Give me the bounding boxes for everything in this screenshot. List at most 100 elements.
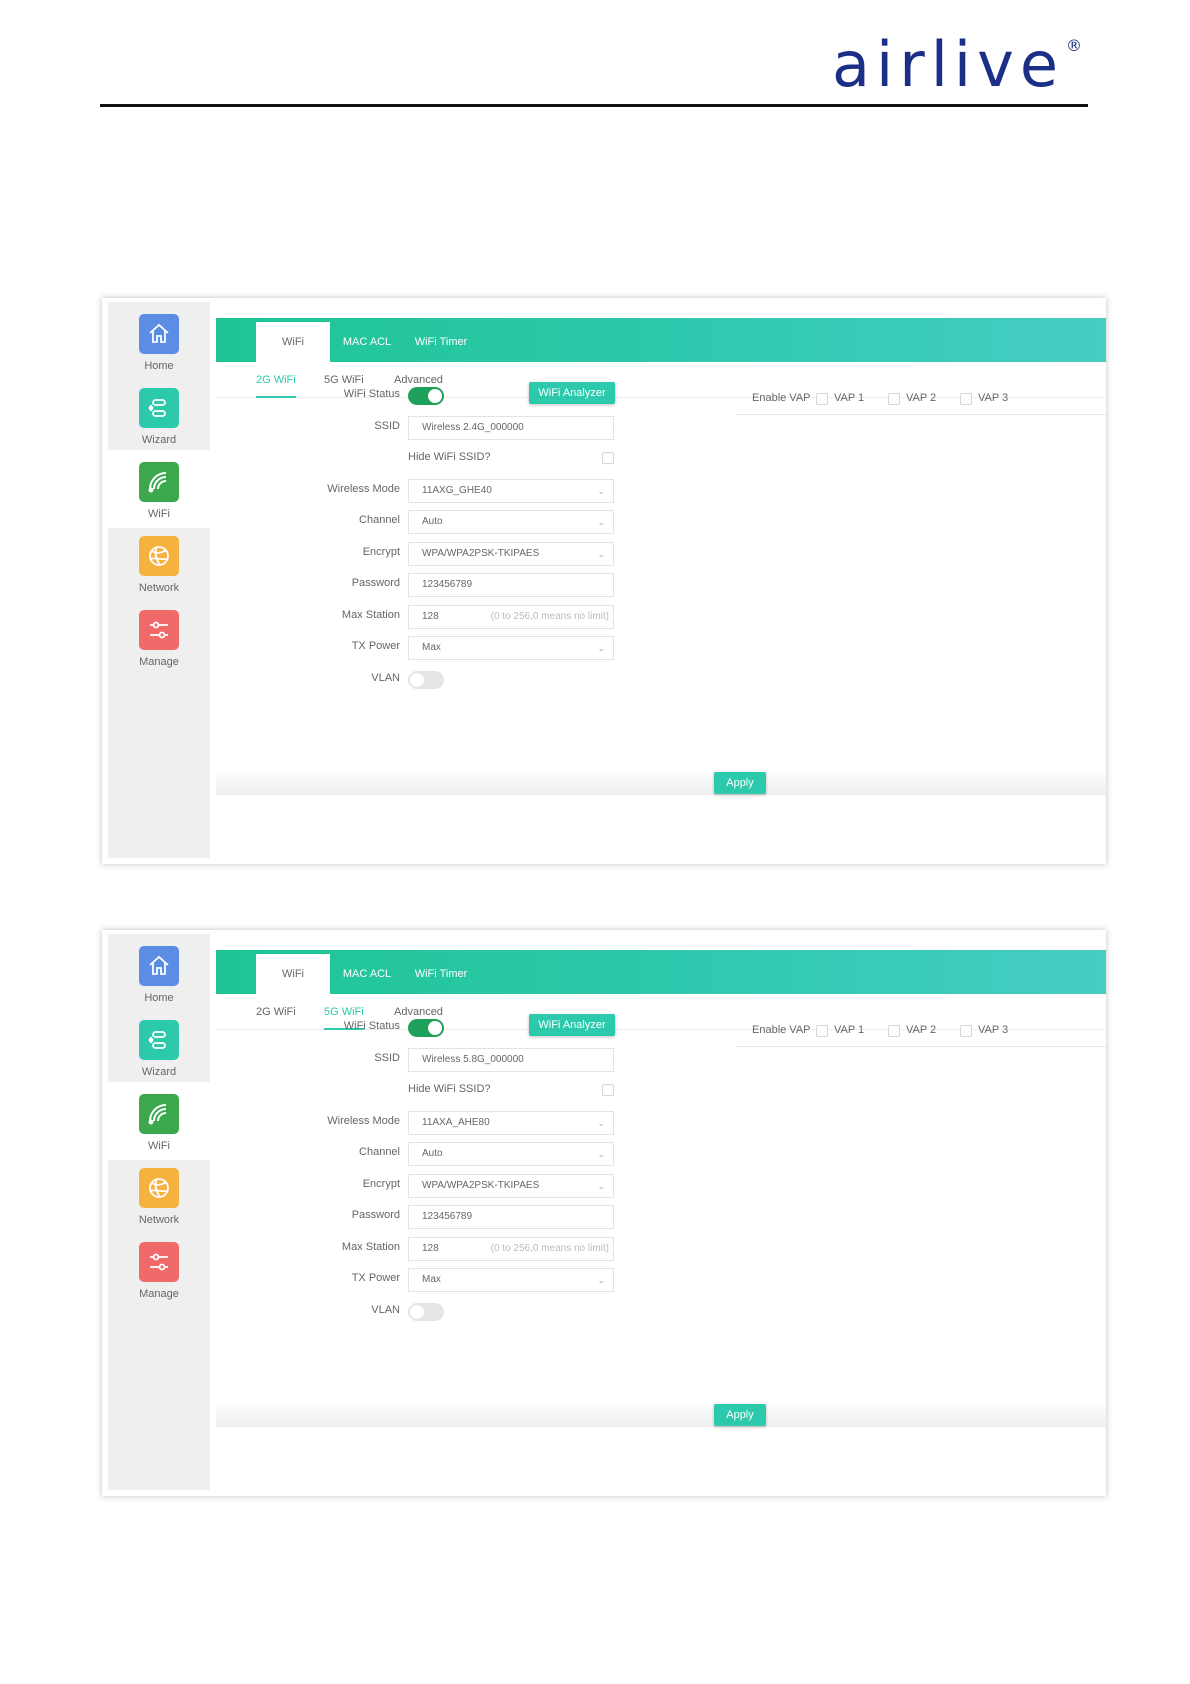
sidebar: Home Wizard WiFi Network Manage	[108, 934, 210, 1490]
sidebar-item-manage[interactable]: Manage	[108, 598, 210, 676]
channel-select[interactable]: Auto ⌄	[408, 1142, 614, 1166]
hide-ssid-label: Hide WiFi SSID?	[408, 1083, 491, 1095]
enable-vap-label: Enable VAP	[752, 1024, 811, 1036]
chevron-down-icon: ⌄	[597, 517, 605, 527]
wireless-mode-select-value: 11AXA_AHE80	[422, 1116, 490, 1128]
tx-power-select-value: Max	[422, 642, 441, 653]
sidebar-item-wifi[interactable]: WiFi	[108, 450, 210, 528]
password-input[interactable]: 123456789	[408, 1205, 614, 1229]
vap-2-checkbox[interactable]	[888, 393, 900, 405]
tx-power-select-value: Max	[422, 1274, 441, 1285]
tx-power-select[interactable]: Max ⌄	[408, 1268, 614, 1292]
wifi-status-toggle[interactable]	[408, 387, 444, 405]
tab-wifi[interactable]: WiFi	[256, 954, 330, 994]
globe-icon	[139, 1168, 179, 1208]
sidebar-item-wizard[interactable]: Wizard	[108, 1008, 210, 1086]
wifi-analyzer-button[interactable]: WiFi Analyzer	[529, 1014, 615, 1036]
vap-3-checkbox[interactable]	[960, 1025, 972, 1037]
ssid-input[interactable]: Wireless 2.4G_000000	[408, 415, 614, 440]
channel-label: Channel	[359, 1146, 400, 1158]
vap-3-label: VAP 3	[978, 392, 1009, 404]
apply-button[interactable]: Apply	[714, 772, 766, 794]
chevron-down-icon: ⌄	[597, 548, 605, 559]
vap-1-checkbox[interactable]	[816, 1025, 828, 1037]
sidebar-item-wizard[interactable]: Wizard	[108, 376, 210, 454]
page-header: airlive ®	[0, 0, 1190, 110]
wireless-mode-label: Wireless Mode	[327, 482, 400, 495]
wifi-analyzer-button[interactable]: WiFi Analyzer	[529, 382, 615, 404]
vap-3-checkbox[interactable]	[960, 393, 972, 405]
vap-3-label: VAP 3	[978, 1024, 1009, 1036]
ssid-input-value: Wireless 5.8G_000000	[422, 1053, 524, 1065]
hide-ssid-checkbox[interactable]	[602, 452, 614, 464]
chevron-down-icon: ⌄	[597, 1149, 605, 1159]
password-input[interactable]: 123456789	[408, 573, 614, 597]
sidebar-item-manage[interactable]: Manage	[108, 1230, 210, 1308]
vap-2-label: VAP 2	[906, 1024, 937, 1036]
sidebar-item-network[interactable]: Network	[108, 1156, 210, 1234]
tx-power-select[interactable]: Max ⌄	[408, 636, 614, 660]
toggle-knob	[410, 672, 424, 687]
tab-mac-acl[interactable]: MAC ACL	[338, 954, 396, 994]
tab-wifi-timer[interactable]: WiFi Timer	[410, 322, 472, 362]
vap-1-checkbox[interactable]	[816, 393, 828, 405]
vlan-toggle[interactable]	[408, 670, 444, 689]
vap-divider	[736, 414, 1106, 415]
wireless-mode-select[interactable]: 11AXA_AHE80 ⌄	[408, 1110, 614, 1135]
wireless-mode-select-value: 11AXG_GHE40	[422, 484, 492, 496]
password-input-value: 123456789	[422, 579, 473, 590]
sidebar-item-label: WiFi	[148, 1140, 170, 1152]
sidebar-item-label: Home	[144, 360, 174, 372]
enable-vap-label: Enable VAP	[752, 392, 811, 404]
sidebar-item-home[interactable]: Home	[108, 934, 210, 1012]
ssid-input[interactable]: Wireless 5.8G_000000	[408, 1047, 614, 1072]
logo-text: airlive	[832, 28, 1064, 101]
hide-ssid-checkbox[interactable]	[602, 1084, 614, 1096]
max-station-input-value: 128	[422, 1242, 439, 1254]
channel-select-value: Auto	[422, 1148, 443, 1159]
wireless-mode-select[interactable]: 11AXG_GHE40 ⌄	[408, 478, 614, 503]
vlan-toggle[interactable]	[408, 1302, 444, 1321]
toggle-knob	[428, 389, 442, 403]
channel-select-value: Auto	[422, 516, 443, 527]
max-station-input[interactable]: 128 (0 to 256,0 means no limit)	[408, 1236, 614, 1261]
wifi-icon	[139, 462, 179, 502]
toggle-knob	[410, 1304, 424, 1319]
max-station-input[interactable]: 128 (0 to 256,0 means no limit)	[408, 604, 614, 629]
encrypt-select[interactable]: WPA/WPA2PSK-TKIPAES ⌄	[408, 1173, 614, 1198]
encrypt-select[interactable]: WPA/WPA2PSK-TKIPAES ⌄	[408, 541, 614, 566]
wifi-status-label: WiFi Status	[343, 388, 400, 400]
sidebar-item-label: WiFi	[148, 508, 170, 520]
tab-wifi-timer[interactable]: WiFi Timer	[410, 954, 472, 994]
encrypt-select-value: WPA/WPA2PSK-TKIPAES	[422, 547, 540, 559]
sidebar-item-home[interactable]: Home	[108, 302, 210, 380]
wifi-status-toggle[interactable]	[408, 1019, 444, 1037]
vap-2-checkbox[interactable]	[888, 1025, 900, 1037]
sidebar-item-network[interactable]: Network	[108, 524, 210, 602]
ssid-label: SSID	[374, 419, 400, 432]
sidebar: Home Wizard WiFi Network Manage	[108, 302, 210, 858]
footer-shade	[216, 1400, 1106, 1426]
vap-1-label: VAP 1	[834, 392, 865, 404]
ssid-label: SSID	[374, 1051, 400, 1064]
top-tab-bar: WiFi MAC ACL WiFi Timer	[216, 318, 1106, 362]
wifi-icon	[139, 1094, 179, 1134]
max-station-label: Max Station	[341, 1240, 400, 1253]
apply-button[interactable]: Apply	[714, 1404, 766, 1426]
channel-select[interactable]: Auto ⌄	[408, 510, 614, 534]
sidebar-item-wifi[interactable]: WiFi	[108, 1082, 210, 1160]
wifi-settings-panel: Home Wizard WiFi Network Manage WiFi MAC ACL Wi…	[102, 930, 1106, 1496]
sidebar-item-label: Wizard	[141, 1066, 177, 1078]
wizard-icon	[139, 388, 179, 428]
max-station-label: Max Station	[341, 608, 400, 621]
vap-2-label: VAP 2	[906, 392, 937, 404]
max-station-hint: (0 to 256,0 means no limit)	[490, 1242, 609, 1254]
sidebar-item-label: Network	[138, 1214, 180, 1226]
tab-mac-acl[interactable]: MAC ACL	[338, 322, 396, 362]
max-station-input-value: 128	[422, 610, 439, 622]
home-icon	[139, 946, 179, 986]
wireless-mode-label: Wireless Mode	[327, 1114, 400, 1127]
chevron-down-icon: ⌄	[597, 1180, 605, 1191]
tx-power-label: TX Power	[351, 1272, 400, 1284]
tab-wifi[interactable]: WiFi	[256, 322, 330, 362]
